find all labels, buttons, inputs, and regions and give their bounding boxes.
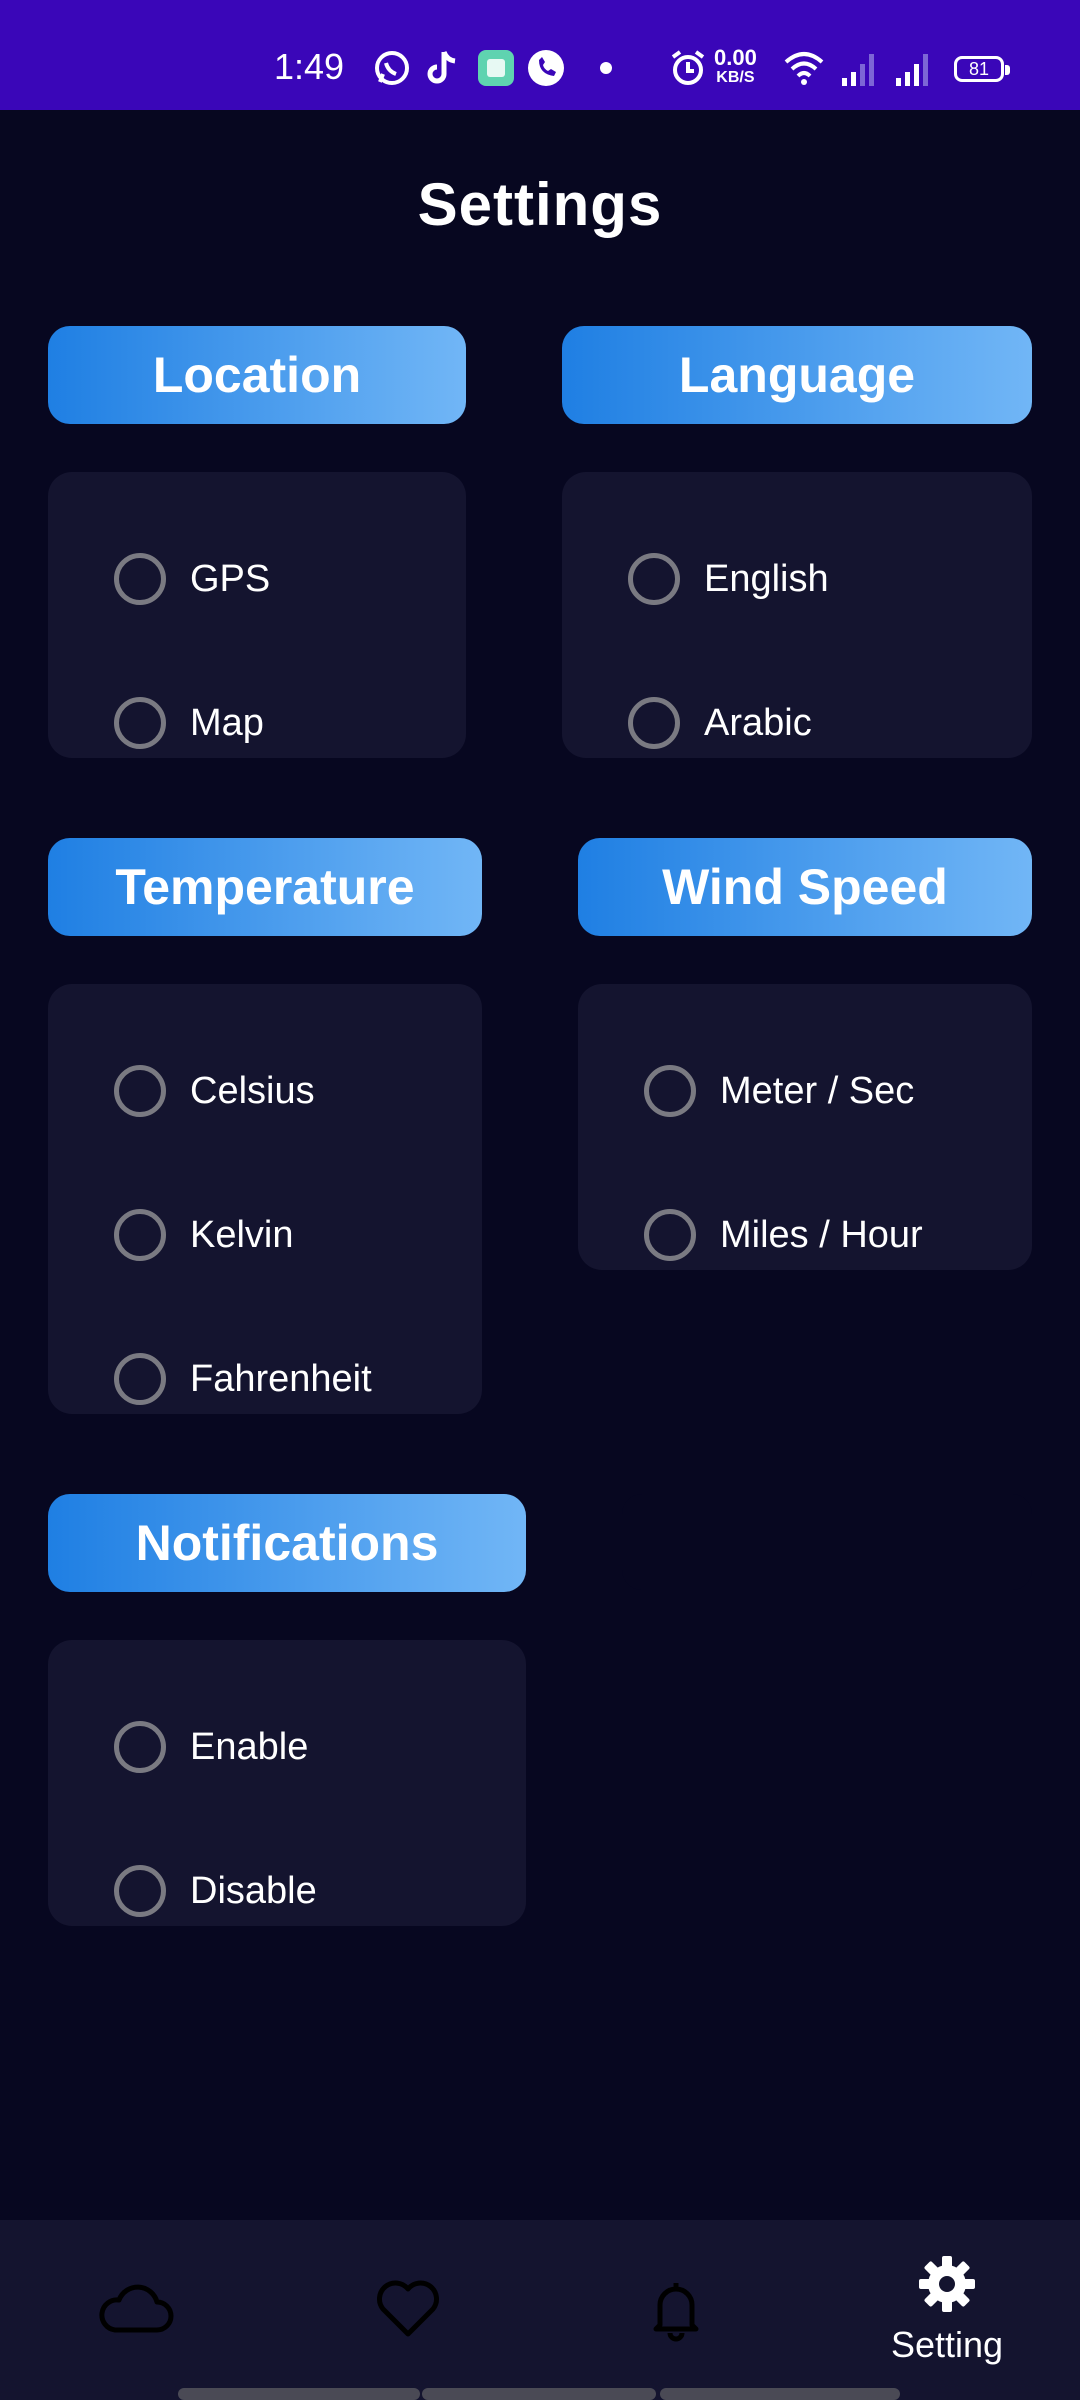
radio-english[interactable] (628, 553, 680, 605)
status-bar: 1:49 0.00 KB/S 81 (0, 0, 1080, 110)
radio-kelvin[interactable] (114, 1209, 166, 1261)
option-celsius[interactable]: Celsius (48, 1056, 315, 1126)
option-label: Celsius (190, 1069, 315, 1112)
radio-map[interactable] (114, 697, 166, 749)
option-label: GPS (190, 557, 271, 600)
option-gps[interactable]: GPS (48, 544, 270, 614)
home-indicator (422, 2388, 656, 2400)
wind-speed-card: Meter / Sec Miles / Hour (578, 984, 1032, 1270)
location-header: Location (48, 326, 466, 424)
wind-speed-header: Wind Speed (578, 838, 1032, 936)
option-label: Fahrenheit (190, 1357, 372, 1400)
option-label: Map (190, 701, 264, 744)
language-card: English Arabic (562, 472, 1032, 758)
cloud-icon (99, 2284, 174, 2333)
heart-icon (377, 2280, 439, 2337)
page-title: Settings (417, 171, 663, 238)
radio-miles-hour[interactable] (644, 1209, 696, 1261)
radio-celsius[interactable] (114, 1065, 166, 1117)
gear-icon (919, 2256, 975, 2312)
radio-meter-sec[interactable] (644, 1065, 696, 1117)
option-meter-sec[interactable]: Meter / Sec (578, 1056, 914, 1126)
radio-gps[interactable] (114, 553, 166, 605)
temperature-header: Temperature (48, 838, 482, 936)
radio-arabic[interactable] (628, 697, 680, 749)
nav-item-setting[interactable]: Setting (872, 2220, 1022, 2400)
whatsapp-icon (375, 51, 409, 85)
bottom-nav: Setting (0, 2220, 1080, 2400)
option-arabic[interactable]: Arabic (562, 688, 812, 758)
signal-icon (842, 54, 874, 86)
option-map[interactable]: Map (48, 688, 264, 758)
nav-item-alerts[interactable] (624, 2220, 728, 2400)
option-label: Kelvin (190, 1213, 294, 1256)
radio-enable[interactable] (114, 1721, 166, 1773)
app-icon (478, 50, 514, 86)
option-label: Arabic (704, 701, 812, 744)
radio-disable[interactable] (114, 1865, 166, 1917)
empty-placeholder (622, 1494, 1032, 1590)
temperature-card: Celsius Kelvin Fahrenheit (48, 984, 482, 1414)
location-card: GPS Map (48, 472, 466, 758)
dot-icon (600, 62, 612, 74)
option-label: Meter / Sec (720, 1069, 915, 1112)
home-indicator (178, 2388, 420, 2400)
battery-icon: 81 (954, 56, 1010, 82)
home-indicator (660, 2388, 900, 2400)
option-kelvin[interactable]: Kelvin (48, 1200, 294, 1270)
option-label: Enable (190, 1725, 309, 1768)
nav-item-favorites[interactable] (356, 2220, 460, 2400)
bell-icon (653, 2283, 699, 2342)
notifications-card: Enable Disable (48, 1640, 526, 1926)
language-header: Language (562, 326, 1032, 424)
notifications-header: Notifications (48, 1494, 526, 1592)
option-label: Miles / Hour (720, 1213, 923, 1256)
option-label: English (704, 557, 829, 600)
tiktok-icon (427, 51, 456, 84)
status-time: 1:49 (274, 46, 345, 87)
nav-item-weather[interactable] (84, 2220, 188, 2400)
radio-fahrenheit[interactable] (114, 1353, 166, 1405)
alarm-icon (671, 50, 705, 85)
option-disable[interactable]: Disable (48, 1856, 317, 1926)
wifi-icon (784, 52, 824, 85)
net-speed: 0.00 KB/S (714, 45, 757, 87)
signal-icon-2 (896, 54, 928, 86)
option-miles-hour[interactable]: Miles / Hour (578, 1200, 923, 1270)
option-fahrenheit[interactable]: Fahrenheit (48, 1344, 372, 1414)
nav-label-setting: Setting (890, 2324, 1004, 2365)
option-enable[interactable]: Enable (48, 1712, 308, 1782)
option-label: Disable (190, 1869, 317, 1912)
phone-call-icon (528, 50, 564, 86)
option-english[interactable]: English (562, 544, 829, 614)
